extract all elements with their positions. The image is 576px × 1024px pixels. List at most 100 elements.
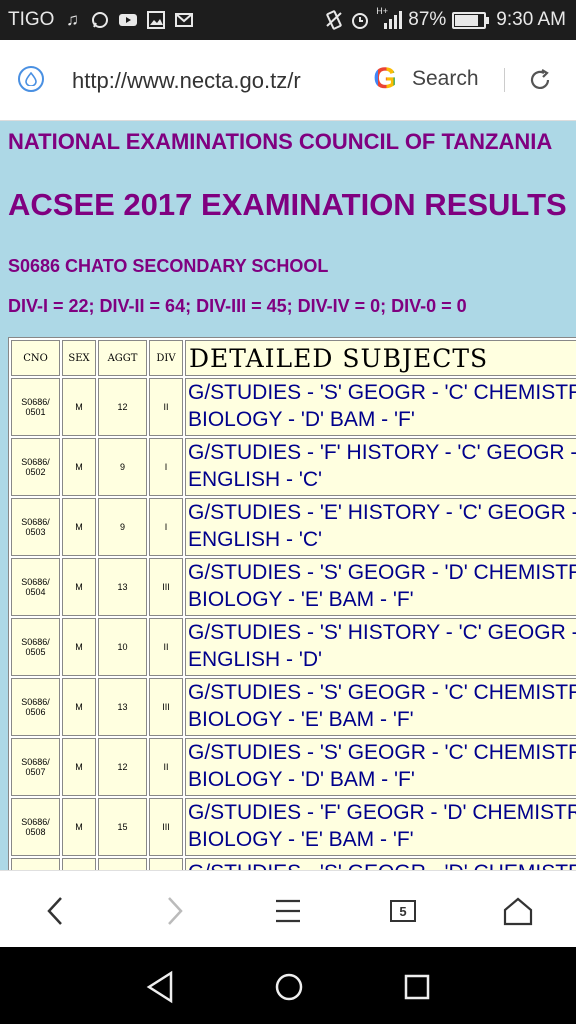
cno-number: 0505	[25, 647, 46, 657]
cell-subjects: G/STUDIES - 'S' GEOGR - 'C' CHEMISTR BIOL…	[185, 378, 576, 436]
cell-subjects: G/STUDIES - 'S' GEOGR - 'C' CHEMISTR BIOL…	[185, 738, 576, 796]
search-label: Search	[412, 67, 479, 90]
table-row: S0686/0506 M 13 III G/STUDIES - 'S' GEOGR - …	[11, 678, 576, 736]
cno-prefix: S0686/	[21, 697, 50, 707]
subjects-line-1: G/STUDIES - 'S' GEOGR - 'C' CHEMISTR	[188, 741, 576, 764]
reload-icon[interactable]	[528, 68, 552, 92]
menu-icon[interactable]	[268, 891, 308, 931]
cell-aggt: 12	[98, 738, 147, 796]
cno-prefix: S0686/	[21, 517, 50, 527]
page-title: ACSEE 2017 EXAMINATION RESULTS	[8, 187, 567, 222]
table-row: S0686/0504 M 13 III G/STUDIES - 'S' GEOGR - …	[11, 558, 576, 616]
toolbar-divider	[504, 68, 505, 92]
results-table: CNO SEX AGGT DIV DETAILED SUBJECTS S0686…	[8, 337, 576, 870]
youtube-icon	[118, 10, 138, 30]
music-icon: ♫	[66, 10, 79, 29]
table-row: S0686/0507 M 12 II G/STUDIES - 'S' GEOGR - '…	[11, 738, 576, 796]
subjects-line-2: BIOLOGY - 'D' BAM - 'F'	[188, 768, 415, 791]
subjects-line-1: G/STUDIES - 'S' GEOGR - 'D' CHEMISTR	[188, 859, 576, 870]
gmail-icon	[174, 10, 194, 30]
cell-subjects: G/STUDIES - 'S' GEOGR - 'D' CHEMISTR BIOL…	[185, 558, 576, 616]
cell-subjects: G/STUDIES - 'E' HISTORY - 'C' GEOGR - ENG…	[185, 498, 576, 556]
cell-div: III	[149, 798, 183, 856]
tabs-button[interactable]: 5	[383, 891, 423, 931]
cell-sex: M	[62, 798, 96, 856]
forward-icon[interactable]	[154, 891, 194, 931]
subjects-line-1: G/STUDIES - 'S' GEOGR - 'C' CHEMISTR	[188, 681, 576, 704]
cell-subjects: G/STUDIES - 'F' HISTORY - 'C' GEOGR - ENG…	[185, 438, 576, 496]
cno-number: 0503	[25, 527, 46, 537]
cell-div	[149, 858, 183, 870]
subjects-line-2: BIOLOGY - 'D' BAM - 'F'	[188, 408, 415, 431]
cell-aggt: 13	[98, 678, 147, 736]
cno-number: 0508	[25, 827, 46, 837]
cno-prefix: S0686/	[21, 457, 50, 467]
cell-aggt: 9	[98, 438, 147, 496]
cell-sex: M	[62, 378, 96, 436]
cell-cno: S0686/0504	[11, 558, 60, 616]
cell-sex: M	[62, 678, 96, 736]
cno-number: 0504	[25, 587, 46, 597]
column-header-cno: CNO	[11, 340, 60, 376]
council-heading: NATIONAL EXAMINATIONS COUNCIL OF TANZANI…	[8, 129, 553, 154]
table-row: S0686/0502 M 9 I G/STUDIES - 'F' HISTORY - '…	[11, 438, 576, 496]
cell-div: II	[149, 618, 183, 676]
cell-subjects: G/STUDIES - 'S' GEOGR - 'C' CHEMISTR BIOL…	[185, 678, 576, 736]
cell-aggt: 13	[98, 558, 147, 616]
subjects-line-1: G/STUDIES - 'F' GEOGR - 'D' CHEMISTR	[188, 801, 576, 824]
school-name: S0686 CHATO SECONDARY SCHOOL	[8, 256, 329, 276]
system-navigation-bar	[0, 947, 576, 1024]
subjects-line-2: ENGLISH - 'D'	[188, 648, 323, 671]
cell-sex: M	[62, 558, 96, 616]
subjects-line-2: BIOLOGY - 'E' BAM - 'F'	[188, 708, 414, 731]
vibrate-icon	[324, 10, 344, 30]
cno-prefix: S0686/	[21, 757, 50, 767]
table-row: S0686/0503 M 9 I G/STUDIES - 'E' HISTORY - '…	[11, 498, 576, 556]
signal-icon: H+	[376, 6, 403, 30]
cell-cno: S0686/0508	[11, 798, 60, 856]
nav-back-icon[interactable]	[141, 967, 181, 1007]
cell-subjects: G/STUDIES - 'F' GEOGR - 'D' CHEMISTR BIOL…	[185, 798, 576, 856]
nav-recents-icon[interactable]	[397, 967, 437, 1007]
gallery-icon	[146, 10, 166, 30]
google-logo-icon: G	[368, 62, 402, 96]
cno-prefix: S0686/	[21, 637, 50, 647]
cell-sex: M	[62, 618, 96, 676]
carrier-label: TIGO	[8, 9, 55, 30]
cell-aggt: 9	[98, 498, 147, 556]
site-info-icon[interactable]	[18, 66, 44, 92]
home-icon[interactable]	[498, 891, 538, 931]
tabs-icon: 5	[390, 900, 416, 922]
table-row: S0686/0508 M 15 III G/STUDIES - 'F' GEOGR - …	[11, 798, 576, 856]
table-header-row: CNO SEX AGGT DIV DETAILED SUBJECTS	[11, 340, 576, 376]
clock: 9:30 AM	[496, 9, 566, 30]
cell-subjects: G/STUDIES - 'S' GEOGR - 'D' CHEMISTR	[185, 858, 576, 870]
cell-div: II	[149, 738, 183, 796]
cell-cno: S0686/0507	[11, 738, 60, 796]
cno-number: 0507	[25, 767, 46, 777]
table-row: G/STUDIES - 'S' GEOGR - 'D' CHEMISTR	[11, 858, 576, 870]
cell-div: III	[149, 558, 183, 616]
table-row: S0686/0501 M 12 II G/STUDIES - 'S' GEOGR - '…	[11, 378, 576, 436]
subjects-line-2: ENGLISH - 'C'	[188, 468, 323, 491]
battery-fill	[455, 14, 478, 26]
cell-subjects: G/STUDIES - 'S' HISTORY - 'C' GEOGR - ENG…	[185, 618, 576, 676]
column-header-aggt: AGGT	[98, 340, 147, 376]
cell-cno	[11, 858, 60, 870]
back-icon[interactable]	[36, 891, 76, 931]
cell-aggt: 15	[98, 798, 147, 856]
browser-bottom-bar: 5	[0, 870, 576, 948]
cell-cno: S0686/0501	[11, 378, 60, 436]
search-button[interactable]: G Search	[368, 62, 479, 96]
cno-number: 0506	[25, 707, 46, 717]
cell-cno: S0686/0502	[11, 438, 60, 496]
cell-cno: S0686/0506	[11, 678, 60, 736]
subjects-line-1: G/STUDIES - 'S' GEOGR - 'D' CHEMISTR	[188, 561, 576, 584]
cell-sex: M	[62, 498, 96, 556]
column-header-sex: SEX	[62, 340, 96, 376]
subjects-line-2: BIOLOGY - 'E' BAM - 'F'	[188, 828, 414, 851]
cell-div: III	[149, 678, 183, 736]
whatsapp-icon	[90, 10, 110, 30]
nav-home-icon[interactable]	[269, 967, 309, 1007]
address-bar[interactable]: http://www.necta.go.tz/r	[72, 68, 350, 94]
